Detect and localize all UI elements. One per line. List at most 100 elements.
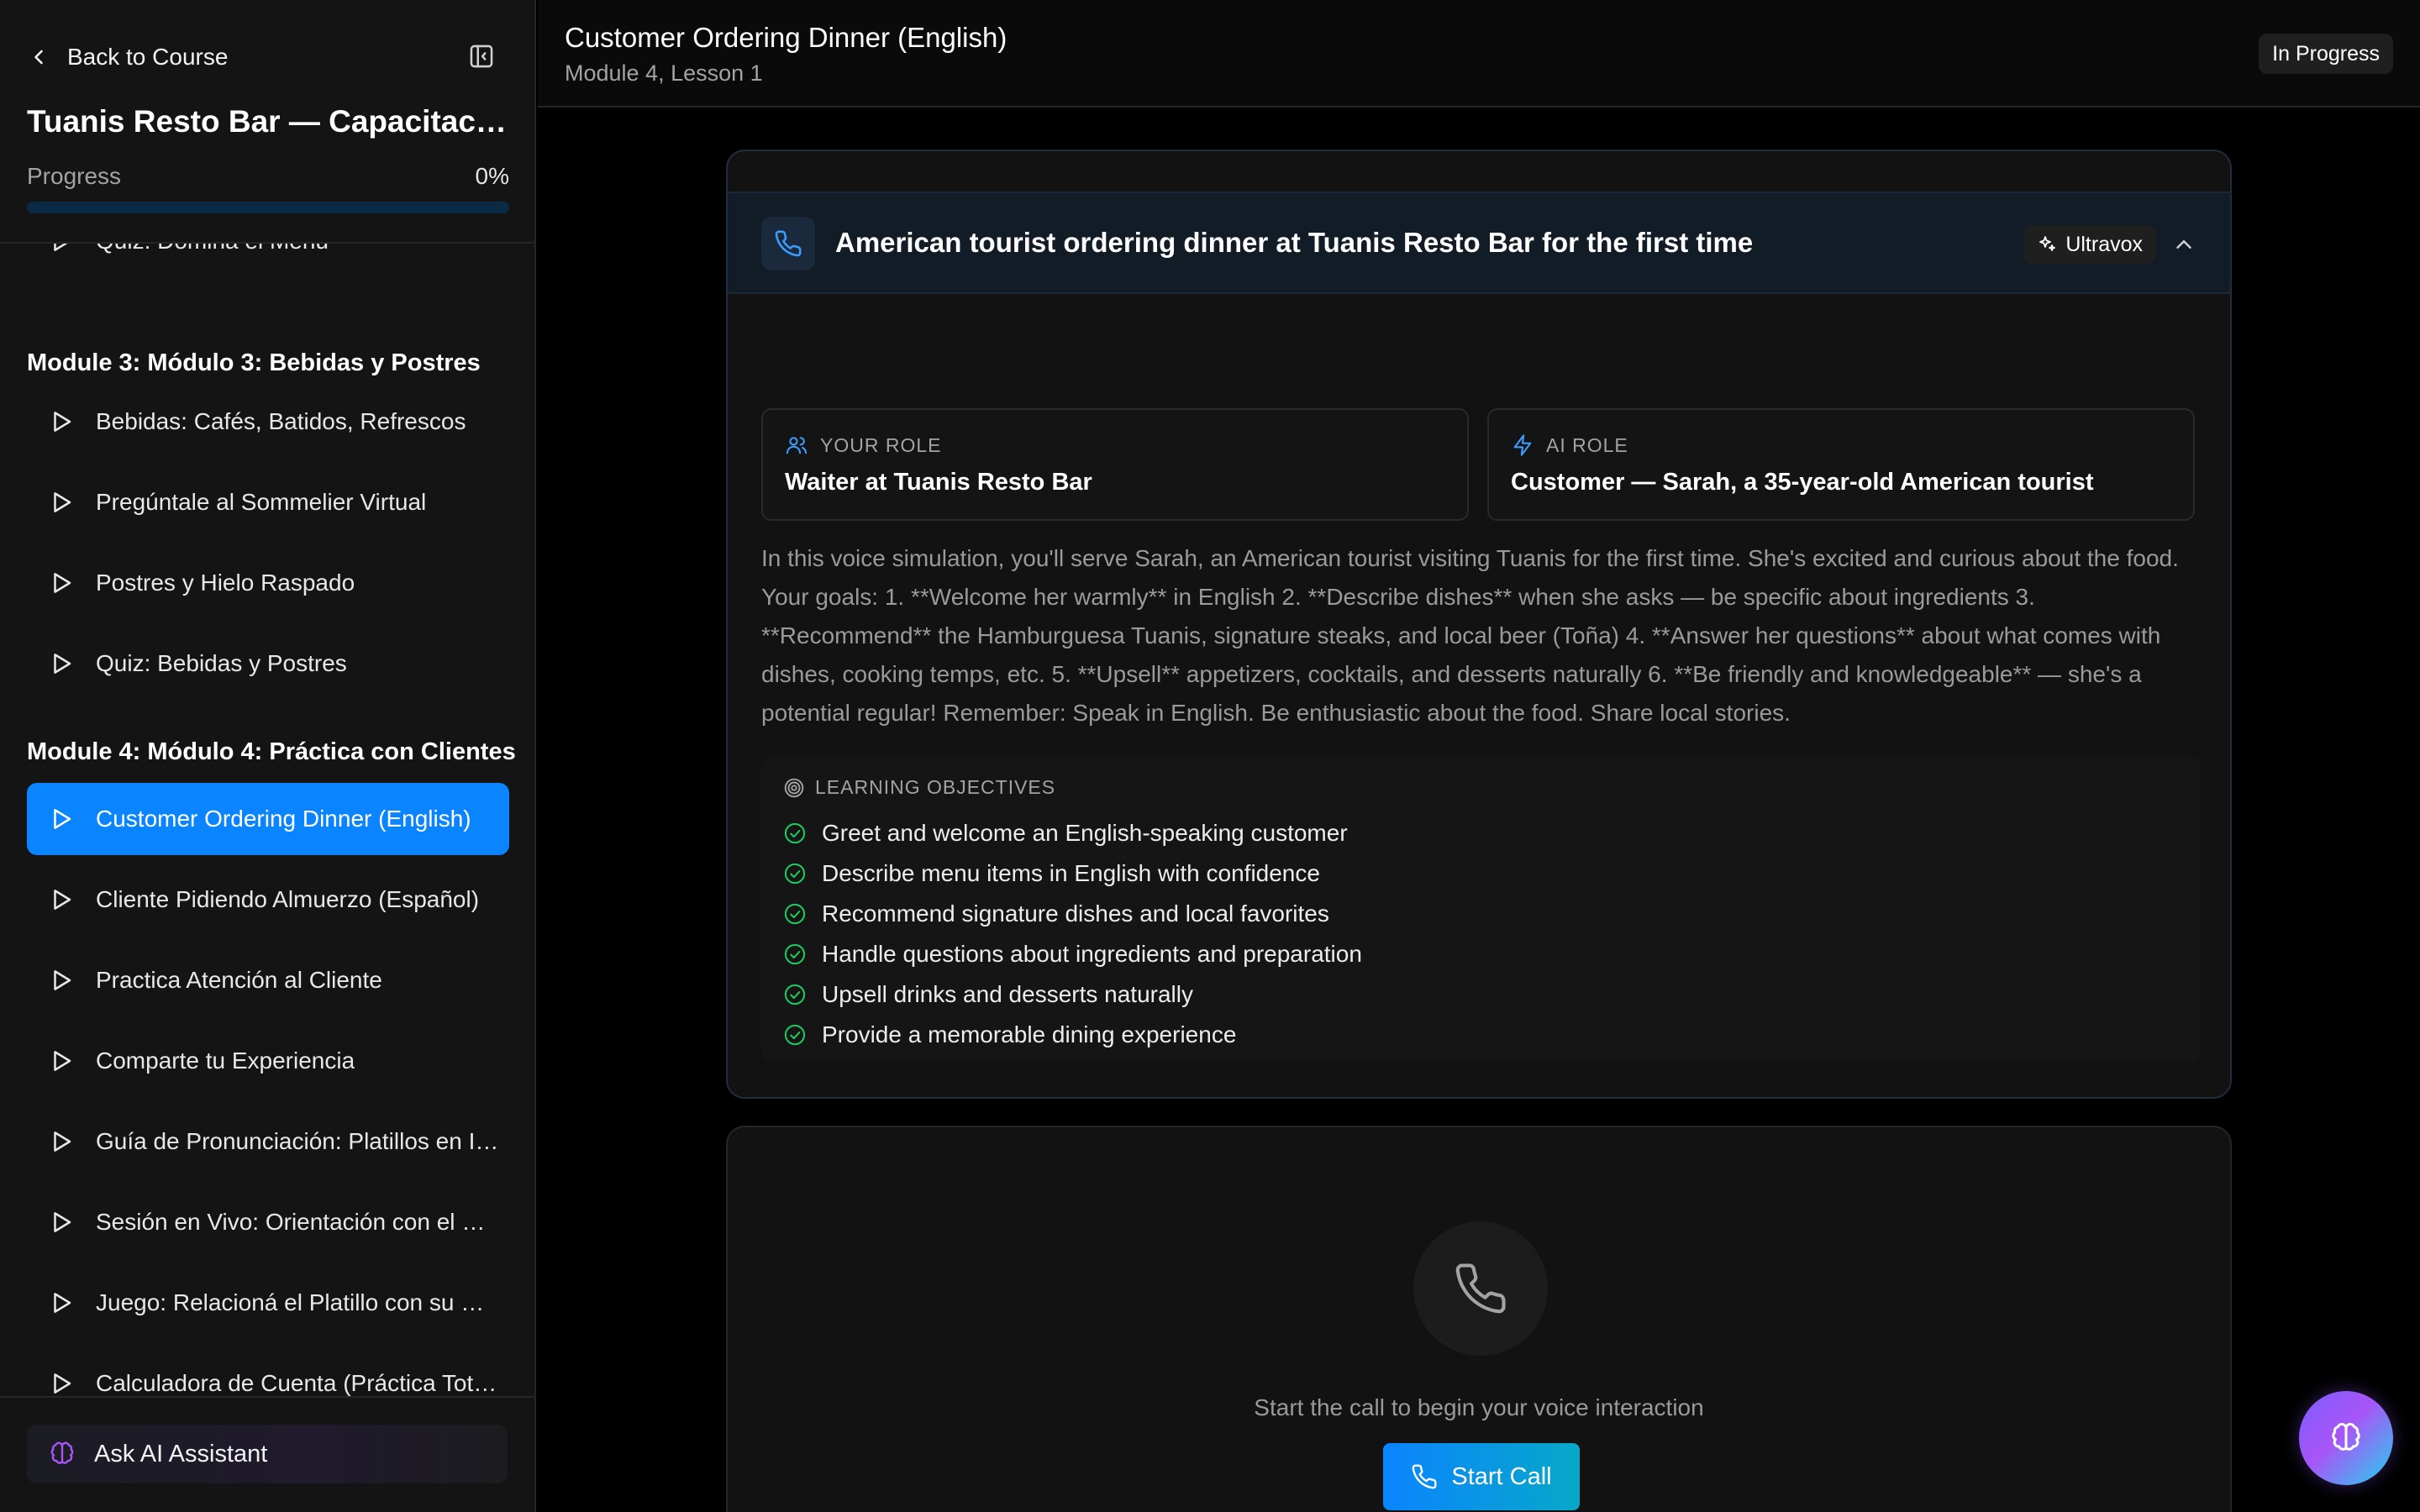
check-circle-icon	[784, 822, 806, 844]
lesson-item-comparte-experiencia[interactable]: Comparte tu Experiencia	[27, 1025, 509, 1097]
objective-item: Upsell drinks and desserts naturally	[783, 974, 1362, 1015]
lesson-nav: Quiz: Domina el Menú Module 3: Módulo 3:…	[0, 244, 534, 1396]
progress-value: 0%	[475, 163, 509, 189]
voice-call-card: Start the call to begin your voice inter…	[726, 1126, 2232, 1512]
start-call-label: Start Call	[1451, 1462, 1552, 1490]
progress-bar	[27, 202, 509, 213]
ask-ai-assistant-label: Ask AI Assistant	[94, 1440, 268, 1467]
objective-item: Provide a memorable dining experience	[783, 1015, 1362, 1055]
objective-text: Greet and welcome an English-speaking cu…	[822, 820, 1348, 846]
play-icon	[54, 492, 71, 512]
play-icon	[54, 809, 71, 829]
phone-icon-chip	[761, 217, 815, 270]
lesson-content: American tourist ordering dinner at Tuan…	[538, 109, 2420, 1512]
objective-text: Handle questions about ingredients and p…	[822, 941, 1362, 967]
provider-badge: Ultravox	[2023, 225, 2156, 264]
page-title: Customer Ordering Dinner (English)	[565, 22, 1007, 53]
lesson-item-label: Comparte tu Experiencia	[96, 1047, 355, 1074]
simulation-card: American tourist ordering dinner at Tuan…	[726, 150, 2232, 1099]
objectives-kicker: LEARNING OBJECTIVES	[783, 776, 1055, 799]
check-circle-icon	[784, 984, 806, 1005]
objective-item: Handle questions about ingredients and p…	[783, 934, 1362, 974]
module-4-header: Module 4: Módulo 4: Práctica con Cliente…	[27, 738, 516, 765]
check-circle-icon	[784, 943, 806, 965]
lesson-item-quiz-domina-el-menu[interactable]: Quiz: Domina el Menú	[27, 244, 509, 277]
lesson-item-sommelier[interactable]: Pregúntale al Sommelier Virtual	[27, 466, 509, 538]
your-role-box: YOUR ROLE Waiter at Tuanis Resto Bar	[761, 408, 1469, 521]
sidebar-top-row: Back to Course	[27, 37, 497, 77]
objectives-label: LEARNING OBJECTIVES	[815, 776, 1056, 798]
lesson-item-calculadora[interactable]: Calculadora de Cuenta (Práctica Total)	[27, 1347, 509, 1396]
lesson-item-label: Guía de Pronunciación: Platillos en Ingl…	[96, 1128, 499, 1154]
lesson-item-juego[interactable]: Juego: Relacioná el Platillo con su Nomb…	[27, 1267, 509, 1339]
brain-icon	[2332, 1423, 2360, 1451]
objective-item: Describe menu items in English with conf…	[783, 853, 1362, 894]
play-icon	[54, 1373, 71, 1394]
lesson-item-sesion-en-vivo[interactable]: Sesión en Vivo: Orientación con el Chef	[27, 1186, 509, 1258]
objective-text: Provide a memorable dining experience	[822, 1021, 1237, 1047]
chevron-up-icon	[2176, 240, 2191, 249]
play-icon	[54, 412, 71, 432]
play-icon	[54, 573, 71, 593]
lesson-breadcrumb: Module 4, Lesson 1	[565, 60, 763, 86]
brain-icon	[50, 1441, 74, 1464]
lesson-item-guia-pronunciacion[interactable]: Guía de Pronunciación: Platillos en Ingl…	[27, 1105, 509, 1178]
users-icon	[786, 437, 808, 454]
check-circle-icon	[784, 863, 806, 885]
status-badge: In Progress	[2259, 34, 2393, 74]
collapse-card-button[interactable]	[2171, 232, 2196, 257]
lesson-item-label: Quiz: Bebidas y Postres	[96, 650, 347, 676]
lesson-item-label: Sesión en Vivo: Orientación con el Chef	[96, 1209, 499, 1235]
phone-icon	[1455, 1263, 1506, 1314]
play-icon	[54, 1131, 71, 1152]
module-3-header: Module 3: Módulo 3: Bebidas y Postres	[27, 349, 481, 376]
objective-text: Describe menu items in English with conf…	[822, 860, 1320, 886]
panel-left-icon	[470, 45, 493, 68]
play-icon	[54, 1293, 71, 1313]
ai-role-value: Customer — Sarah, a 35-year-old American…	[1511, 469, 2094, 496]
back-to-course-link[interactable]: Back to Course	[27, 44, 228, 71]
start-call-button[interactable]: Start Call	[1383, 1443, 1580, 1510]
progress-label: Progress	[27, 163, 122, 189]
lesson-item-label: Cliente Pidiendo Almuerzo (Español)	[96, 886, 480, 912]
objectives-list: Greet and welcome an English-speaking cu…	[783, 813, 1362, 1055]
play-icon	[54, 1051, 71, 1071]
ask-ai-assistant-button[interactable]: Ask AI Assistant	[27, 1425, 508, 1483]
lesson-header: Customer Ordering Dinner (English) Modul…	[538, 0, 2420, 108]
lesson-item-customer-ordering-dinner[interactable]: Customer Ordering Dinner (English)	[27, 783, 509, 855]
your-role-label: YOUR ROLE	[820, 433, 942, 456]
check-circle-icon	[784, 903, 806, 925]
simulation-description: In this voice simulation, you'll serve S…	[761, 545, 2179, 726]
objective-item: Greet and welcome an English-speaking cu…	[783, 813, 1362, 853]
call-icon-circle	[1413, 1221, 1548, 1356]
phone-icon	[775, 230, 802, 257]
course-title: Tuanis Resto Bar — Capacitación	[27, 104, 511, 139]
ai-role-kicker: AI ROLE	[1511, 433, 1628, 457]
lesson-item-postres[interactable]: Postres y Hielo Raspado	[27, 547, 509, 619]
lesson-item-label: Quiz: Domina el Menú	[96, 244, 329, 255]
lesson-item-label: Postres y Hielo Raspado	[96, 570, 355, 596]
back-to-course-label: Back to Course	[67, 44, 229, 70]
lightning-icon	[1513, 434, 1532, 456]
lesson-item-quiz-bebidas[interactable]: Quiz: Bebidas y Postres	[27, 627, 509, 700]
lesson-item-label: Pregúntale al Sommelier Virtual	[96, 489, 427, 515]
collapse-sidebar-button[interactable]	[467, 42, 497, 72]
objective-text: Recommend signature dishes and local fav…	[822, 900, 1329, 927]
lesson-item-bebidas[interactable]: Bebidas: Cafés, Batidos, Refrescos	[27, 386, 509, 458]
progress-row: Progress 0%	[27, 163, 509, 190]
call-hint: Start the call to begin your voice inter…	[1254, 1394, 1704, 1420]
simulation-title: American tourist ordering dinner at Tuan…	[835, 227, 1754, 258]
lesson-item-label: Practica Atención al Cliente	[96, 967, 382, 993]
ai-assistant-fab[interactable]	[2299, 1391, 2393, 1485]
lesson-item-atencion-cliente[interactable]: Practica Atención al Cliente	[27, 944, 509, 1016]
learning-objectives: LEARNING OBJECTIVES Greet and welcome an…	[761, 756, 2200, 1062]
your-role-kicker: YOUR ROLE	[785, 433, 941, 457]
provider-label: Ultravox	[2065, 232, 2143, 256]
ai-role-label: AI ROLE	[1546, 433, 1628, 456]
lesson-item-label: Calculadora de Cuenta (Práctica Total)	[96, 1370, 499, 1396]
check-circle-icon	[784, 1024, 806, 1046]
lesson-item-cliente-almuerzo[interactable]: Cliente Pidiendo Almuerzo (Español)	[27, 864, 509, 936]
sidebar: Back to Course Tuanis Resto Bar — Capaci…	[0, 0, 536, 1512]
play-icon	[54, 244, 68, 251]
simulation-header[interactable]: American tourist ordering dinner at Tuan…	[728, 192, 2230, 294]
